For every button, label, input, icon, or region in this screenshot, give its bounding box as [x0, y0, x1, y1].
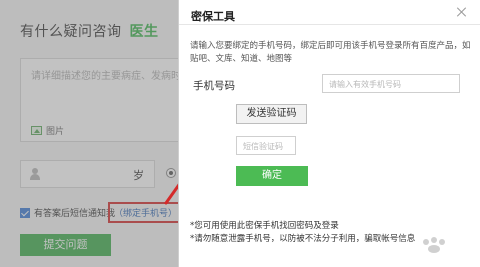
sms-code-placeholder: 短信验证码 [243, 142, 283, 151]
phone-label: 手机号码 [193, 80, 235, 92]
sms-code-input[interactable]: 短信验证码 [236, 136, 296, 155]
footnote-line-2: *请勿随意泄露手机号，以防被不法分子利用，骗取帐号信息 [190, 234, 416, 244]
dialog-footnote: *您可用使用此密保手机找回密码及登录 *请勿随意泄露手机号，以防被不法分子利用，… [190, 220, 415, 246]
dialog-divider [179, 24, 480, 25]
phone-placeholder: 请输入有效手机号码 [329, 80, 401, 89]
phone-input[interactable]: 请输入有效手机号码 [322, 74, 460, 93]
close-icon[interactable] [456, 6, 468, 18]
dialog-title: 密保工具 [191, 10, 235, 23]
send-code-button[interactable]: 发送验证码 [236, 104, 307, 124]
confirm-button[interactable]: 确定 [236, 166, 308, 186]
footnote-line-1: *您可用使用此密保手机找回密码及登录 [190, 221, 339, 231]
dialog-description: 请输入您要绑定的手机号码，绑定后即可用该手机号登录所有百度产品，如贴吧、文库、知… [190, 41, 471, 64]
